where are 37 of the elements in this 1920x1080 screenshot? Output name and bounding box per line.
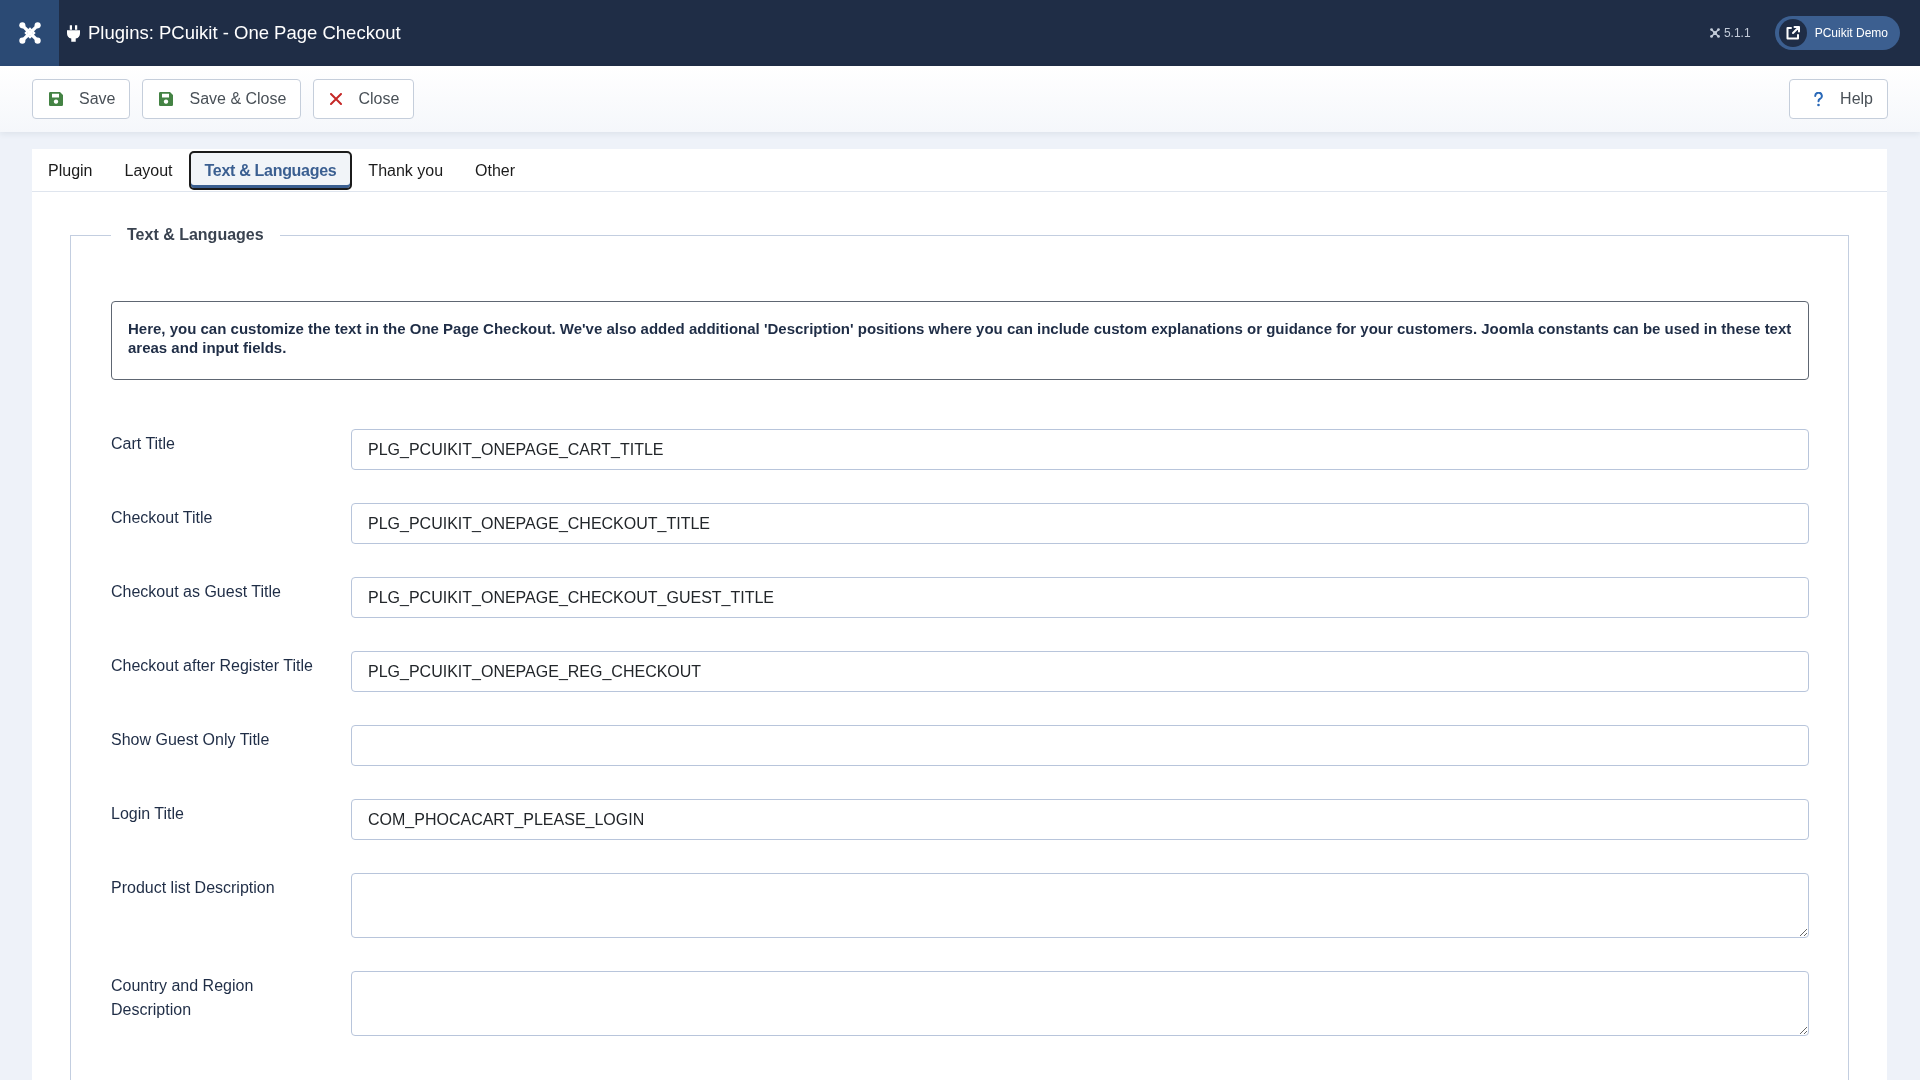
info-text: Here, you can customize the text in the One Page Checkout. We've also added additional 'Description' positions where you can include custom explanations or guidance for your customers. Joomla constants can be used in these text areas and input fields. <box>128 319 1792 357</box>
field-label: Show Guest Only Title <box>111 730 271 750</box>
input-field[interactable]: PLG_PCUIKIT_ONEPAGE_CART_TITLE <box>351 429 1809 470</box>
field-label: Country and Region Description <box>111 976 255 1020</box>
version-text: 5.1.1 <box>1723 25 1751 42</box>
page-title: Plugins: PCuikit - One Page Checkout <box>88 21 401 46</box>
close-button[interactable]: Close <box>313 79 415 119</box>
input-field[interactable] <box>351 725 1809 766</box>
tab[interactable]: Layout <box>108 151 189 190</box>
field-label: Checkout Title <box>111 508 214 528</box>
field-label: Cart Title <box>111 434 176 454</box>
input-field[interactable]: COM_PHOCACART_PLEASE_LOGIN <box>351 799 1809 840</box>
input-field[interactable]: PLG_PCUIKIT_ONEPAGE_REG_CHECKOUT <box>351 651 1809 692</box>
field-label: Checkout after Register Title <box>111 656 314 676</box>
logo-icon <box>1709 28 1720 38</box>
field-label: Login Title <box>111 804 185 824</box>
tab[interactable]: Other <box>459 151 532 190</box>
input-field[interactable]: PLG_PCUIKIT_ONEPAGE_CHECKOUT_GUEST_TITLE <box>351 577 1809 618</box>
group-legend: Text & Languages <box>111 223 280 247</box>
text-area[interactable] <box>351 873 1809 938</box>
save-button[interactable]: Save & Close <box>142 79 302 119</box>
tab[interactable]: Plugin <box>32 151 109 190</box>
field-label: Checkout as Guest Title <box>111 582 282 602</box>
help-button[interactable]: Help <box>1789 79 1888 119</box>
tab[interactable]: Text & Languages <box>188 151 353 190</box>
external-link-icon <box>1778 19 1807 47</box>
logo-icon <box>18 22 41 44</box>
field-label: Product list Description <box>111 878 276 898</box>
save-button[interactable]: Save <box>32 79 131 119</box>
tab[interactable]: Thank you <box>352 151 460 190</box>
site-link-button[interactable]: PCuikit Demo <box>1774 16 1900 50</box>
input-field[interactable]: PLG_PCUIKIT_ONEPAGE_CHECKOUT_TITLE <box>351 503 1809 544</box>
help-icon <box>1814 91 1825 107</box>
logo-button[interactable] <box>0 0 59 66</box>
text-area[interactable] <box>351 971 1809 1036</box>
plug-icon <box>67 24 80 42</box>
close-icon <box>330 93 343 105</box>
